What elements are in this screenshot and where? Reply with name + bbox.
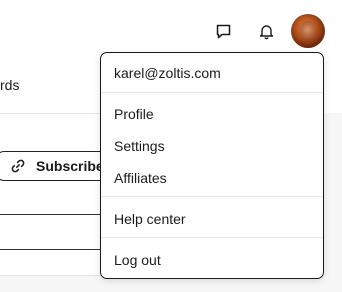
menu-item-settings[interactable]: Settings	[101, 132, 323, 160]
user-avatar[interactable]	[291, 14, 325, 48]
nav-tab-partial[interactable]: rds	[0, 77, 19, 93]
avatar-face	[300, 21, 315, 40]
menu-divider	[101, 92, 323, 93]
subscribe-label: Subscribe	[36, 158, 104, 174]
menu-item-label: Profile	[114, 106, 154, 122]
bell-icon[interactable]	[254, 19, 278, 43]
link-icon	[10, 158, 26, 174]
menu-item-affiliates[interactable]: Affiliates	[101, 164, 323, 192]
menu-divider	[101, 196, 323, 197]
menu-item-help-center[interactable]: Help center	[101, 205, 323, 233]
menu-item-label: Help center	[114, 211, 186, 227]
menu-item-profile[interactable]: Profile	[101, 100, 323, 128]
account-email: karel@zoltis.com	[114, 65, 221, 81]
menu-divider	[101, 237, 323, 238]
account-menu: karel@zoltis.com Profile Settings Affili…	[100, 52, 324, 279]
chat-bubble-icon[interactable]	[211, 19, 235, 43]
menu-item-label: Log out	[114, 252, 161, 268]
menu-item-label: Affiliates	[114, 170, 167, 186]
menu-item-log-out[interactable]: Log out	[101, 246, 323, 274]
menu-item-label: Settings	[114, 138, 165, 154]
